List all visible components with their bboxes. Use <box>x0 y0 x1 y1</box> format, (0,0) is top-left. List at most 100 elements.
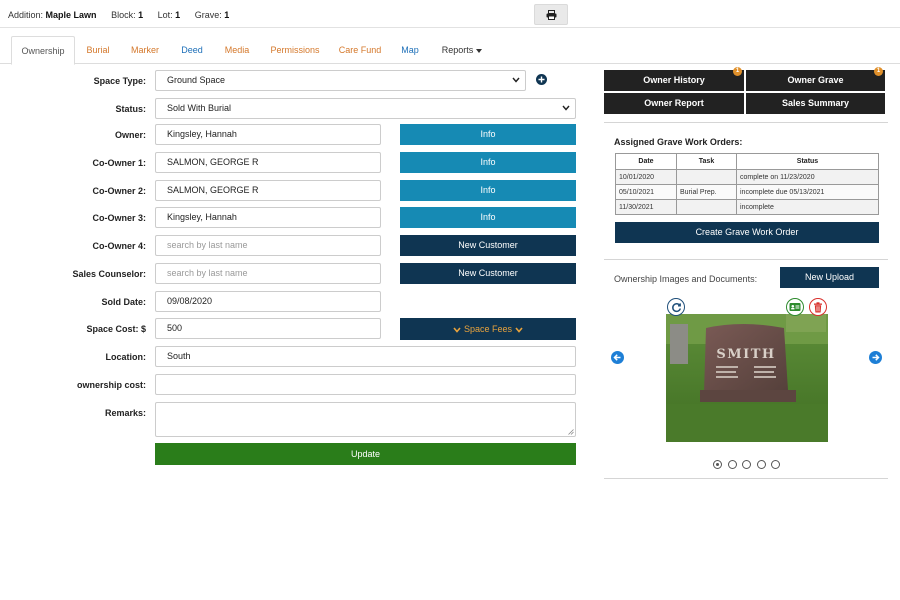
co-owner-3-info-button[interactable]: Info <box>400 207 576 228</box>
gravestone-text: SMITH <box>716 347 775 362</box>
tab-media[interactable]: Media <box>217 36 257 64</box>
co-owner-1-label: Co-Owner 1: <box>92 158 146 168</box>
sales-counselor-search-input[interactable]: search by last name <box>155 263 381 284</box>
co-owner-3-input[interactable]: Kingsley, Hannah <box>155 207 381 228</box>
owner-grave-button[interactable]: Owner Grave 1 <box>746 67 885 91</box>
grave-label: Grave: <box>194 10 222 20</box>
images-documents-label: Ownership Images and Documents: <box>614 274 758 284</box>
wo-date-cell: 05/10/2021 <box>615 184 677 200</box>
location-input[interactable]: South <box>155 346 576 367</box>
co-owner-2-label: Co-Owner 2: <box>92 186 146 196</box>
print-button[interactable] <box>534 4 568 25</box>
grave-value: 1 <box>224 10 230 20</box>
status-label: Status: <box>115 104 146 114</box>
space-type-label: Space Type: <box>93 76 146 86</box>
owner-info-button[interactable]: Info <box>400 124 576 145</box>
arrow-left-icon <box>613 354 621 361</box>
co-owner-1-input[interactable]: SALMON, GEORGE R <box>155 152 381 173</box>
printer-icon <box>546 9 556 20</box>
plus-icon <box>538 76 545 83</box>
divider <box>604 122 888 123</box>
remarks-textarea[interactable] <box>155 402 576 437</box>
ownership-cost-label: ownership cost: <box>76 380 146 390</box>
co-owner-2-info-button[interactable]: Info <box>400 180 576 201</box>
next-image-button[interactable] <box>869 351 882 364</box>
owner-history-button[interactable]: Owner History 1 <box>604 67 744 91</box>
sales-summary-button[interactable]: Sales Summary <box>746 93 885 114</box>
co-owner-4-new-customer-button[interactable]: New Customer <box>400 235 576 256</box>
delete-image-button[interactable] <box>809 298 827 316</box>
column-header-task: Task <box>676 153 737 170</box>
add-space-type-button[interactable] <box>536 74 547 85</box>
new-upload-button[interactable]: New Upload <box>780 267 879 288</box>
status-select[interactable]: Sold With Burial <box>155 98 576 119</box>
carousel-dot-2[interactable] <box>728 460 737 469</box>
sales-counselor-label: Sales Counselor: <box>72 269 146 279</box>
tab-burial[interactable]: Burial <box>80 36 116 64</box>
owner-input[interactable]: Kingsley, Hannah <box>155 124 381 145</box>
assign-image-button[interactable] <box>786 298 804 316</box>
sold-date-input[interactable]: 09/08/2020 <box>155 291 381 312</box>
co-owner-4-search-input[interactable]: search by last name <box>155 235 381 256</box>
tab-permissions[interactable]: Permissions <box>264 36 326 64</box>
lot-label: Lot: <box>157 10 173 20</box>
top-info-bar: Addition: Maple Lawn Block: 1 Lot: 1 Gra… <box>0 0 900 28</box>
sales-counselor-new-customer-button[interactable]: New Customer <box>400 263 576 284</box>
table-header-row: Date Task Status <box>615 153 879 170</box>
wo-date-cell: 11/30/2021 <box>615 199 677 215</box>
wo-status-cell: incomplete <box>736 199 879 215</box>
co-owner-3-label: Co-Owner 3: <box>92 213 146 223</box>
chevron-down-icon <box>562 105 570 111</box>
wo-date-cell: 10/01/2020 <box>615 169 677 185</box>
space-type-select[interactable]: Ground Space <box>155 70 526 91</box>
table-row[interactable]: 05/10/2021 Burial Prep. incomplete due 0… <box>615 184 879 200</box>
location-label: Location: <box>105 352 147 362</box>
addition-value: Maple Lawn <box>45 10 97 20</box>
create-work-order-button[interactable]: Create Grave Work Order <box>615 222 879 243</box>
status-value: Sold With Burial <box>167 103 232 113</box>
carousel-dot-5[interactable] <box>771 460 780 469</box>
space-fees-button[interactable]: Space Fees <box>400 318 576 340</box>
update-button[interactable]: Update <box>155 443 576 465</box>
gravestone-image: SMITH <box>666 314 828 442</box>
ownership-cost-input[interactable] <box>155 374 576 395</box>
wo-task-cell <box>676 169 737 185</box>
id-card-icon <box>789 303 801 311</box>
co-owner-1-info-button[interactable]: Info <box>400 152 576 173</box>
owner-grave-badge: 1 <box>874 67 883 76</box>
table-row[interactable]: 10/01/2020 complete on 11/23/2020 <box>615 169 879 185</box>
wo-task-cell: Burial Prep. <box>676 184 737 200</box>
carousel-dot-4[interactable] <box>757 460 766 469</box>
co-owner-2-input[interactable]: SALMON, GEORGE R <box>155 180 381 201</box>
tab-ownership[interactable]: Ownership <box>11 36 75 65</box>
tab-deed[interactable]: Deed <box>174 36 210 64</box>
divider <box>604 259 888 260</box>
owner-history-label: Owner History <box>643 75 705 85</box>
owner-history-badge: 1 <box>733 67 742 76</box>
sold-date-label: Sold Date: <box>101 297 146 307</box>
divider <box>604 478 888 479</box>
tab-marker[interactable]: Marker <box>124 36 166 64</box>
trash-icon <box>814 301 822 312</box>
owner-report-button[interactable]: Owner Report <box>604 93 744 114</box>
tab-care-fund[interactable]: Care Fund <box>333 36 387 64</box>
tab-reports[interactable]: Reports <box>434 36 490 64</box>
chevron-down-icon <box>515 327 523 333</box>
resize-handle-icon[interactable] <box>568 429 574 435</box>
caret-down-icon <box>476 48 483 53</box>
carousel-dot-3[interactable] <box>742 460 751 469</box>
tab-reports-label: Reports <box>441 45 474 55</box>
tab-map[interactable]: Map <box>394 36 426 64</box>
column-header-date: Date <box>615 153 677 170</box>
lot-value: 1 <box>175 10 181 20</box>
block-value: 1 <box>138 10 144 20</box>
previous-image-button[interactable] <box>611 351 624 364</box>
rotate-image-button[interactable] <box>667 298 685 316</box>
wo-status-cell: complete on 11/23/2020 <box>736 169 879 185</box>
space-cost-input[interactable]: 500 <box>155 318 381 339</box>
gravestone-photo[interactable]: SMITH <box>666 314 828 442</box>
space-fees-label: Space Fees <box>463 324 513 334</box>
work-orders-title: Assigned Grave Work Orders: <box>614 137 743 147</box>
carousel-dot-1[interactable] <box>713 460 722 469</box>
table-row[interactable]: 11/30/2021 incomplete <box>615 199 879 215</box>
